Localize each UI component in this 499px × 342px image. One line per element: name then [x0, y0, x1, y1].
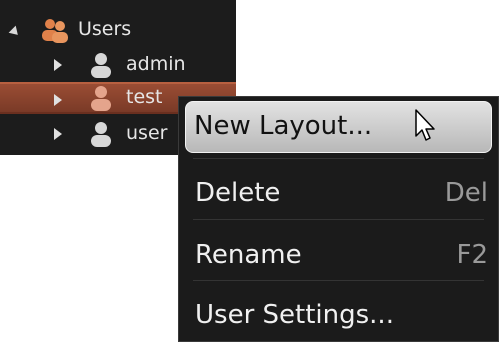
menu-item-rename[interactable]: Rename F2: [185, 229, 492, 281]
tree-item-admin[interactable]: admin: [0, 49, 236, 81]
context-menu: New Layout... Delete Del Rename F2 User …: [178, 96, 499, 342]
menu-item-new-layout[interactable]: New Layout...: [185, 101, 492, 153]
tree-item-users[interactable]: Users: [0, 14, 236, 46]
user-icon: [91, 86, 111, 111]
menu-item-user-settings[interactable]: User Settings...: [185, 289, 492, 341]
menu-item-delete[interactable]: Delete Del: [185, 167, 492, 219]
tree-item-label: admin: [126, 53, 186, 75]
tree-item-label: Users: [78, 18, 132, 40]
menu-item-label: New Layout...: [194, 111, 373, 141]
menu-separator: [193, 280, 484, 281]
menu-item-label: Delete: [195, 178, 281, 208]
collapse-arrow-icon[interactable]: [54, 128, 62, 140]
user-icon: [91, 122, 111, 147]
mouse-pointer-icon: [415, 109, 435, 141]
menu-separator: [193, 219, 484, 220]
tree-item-label: user: [126, 122, 168, 144]
users-group-icon: [42, 19, 68, 43]
user-icon: [91, 53, 111, 78]
menu-item-shortcut: F2: [456, 240, 489, 270]
menu-item-label: Rename: [195, 240, 302, 270]
menu-item-shortcut: Del: [444, 178, 488, 208]
tree-item-label: test: [126, 86, 163, 108]
menu-item-label: User Settings...: [195, 300, 394, 330]
collapse-arrow-icon[interactable]: [54, 59, 62, 71]
collapse-arrow-icon[interactable]: [54, 94, 62, 106]
menu-separator: [193, 158, 484, 159]
expand-arrow-icon[interactable]: [8, 25, 22, 39]
